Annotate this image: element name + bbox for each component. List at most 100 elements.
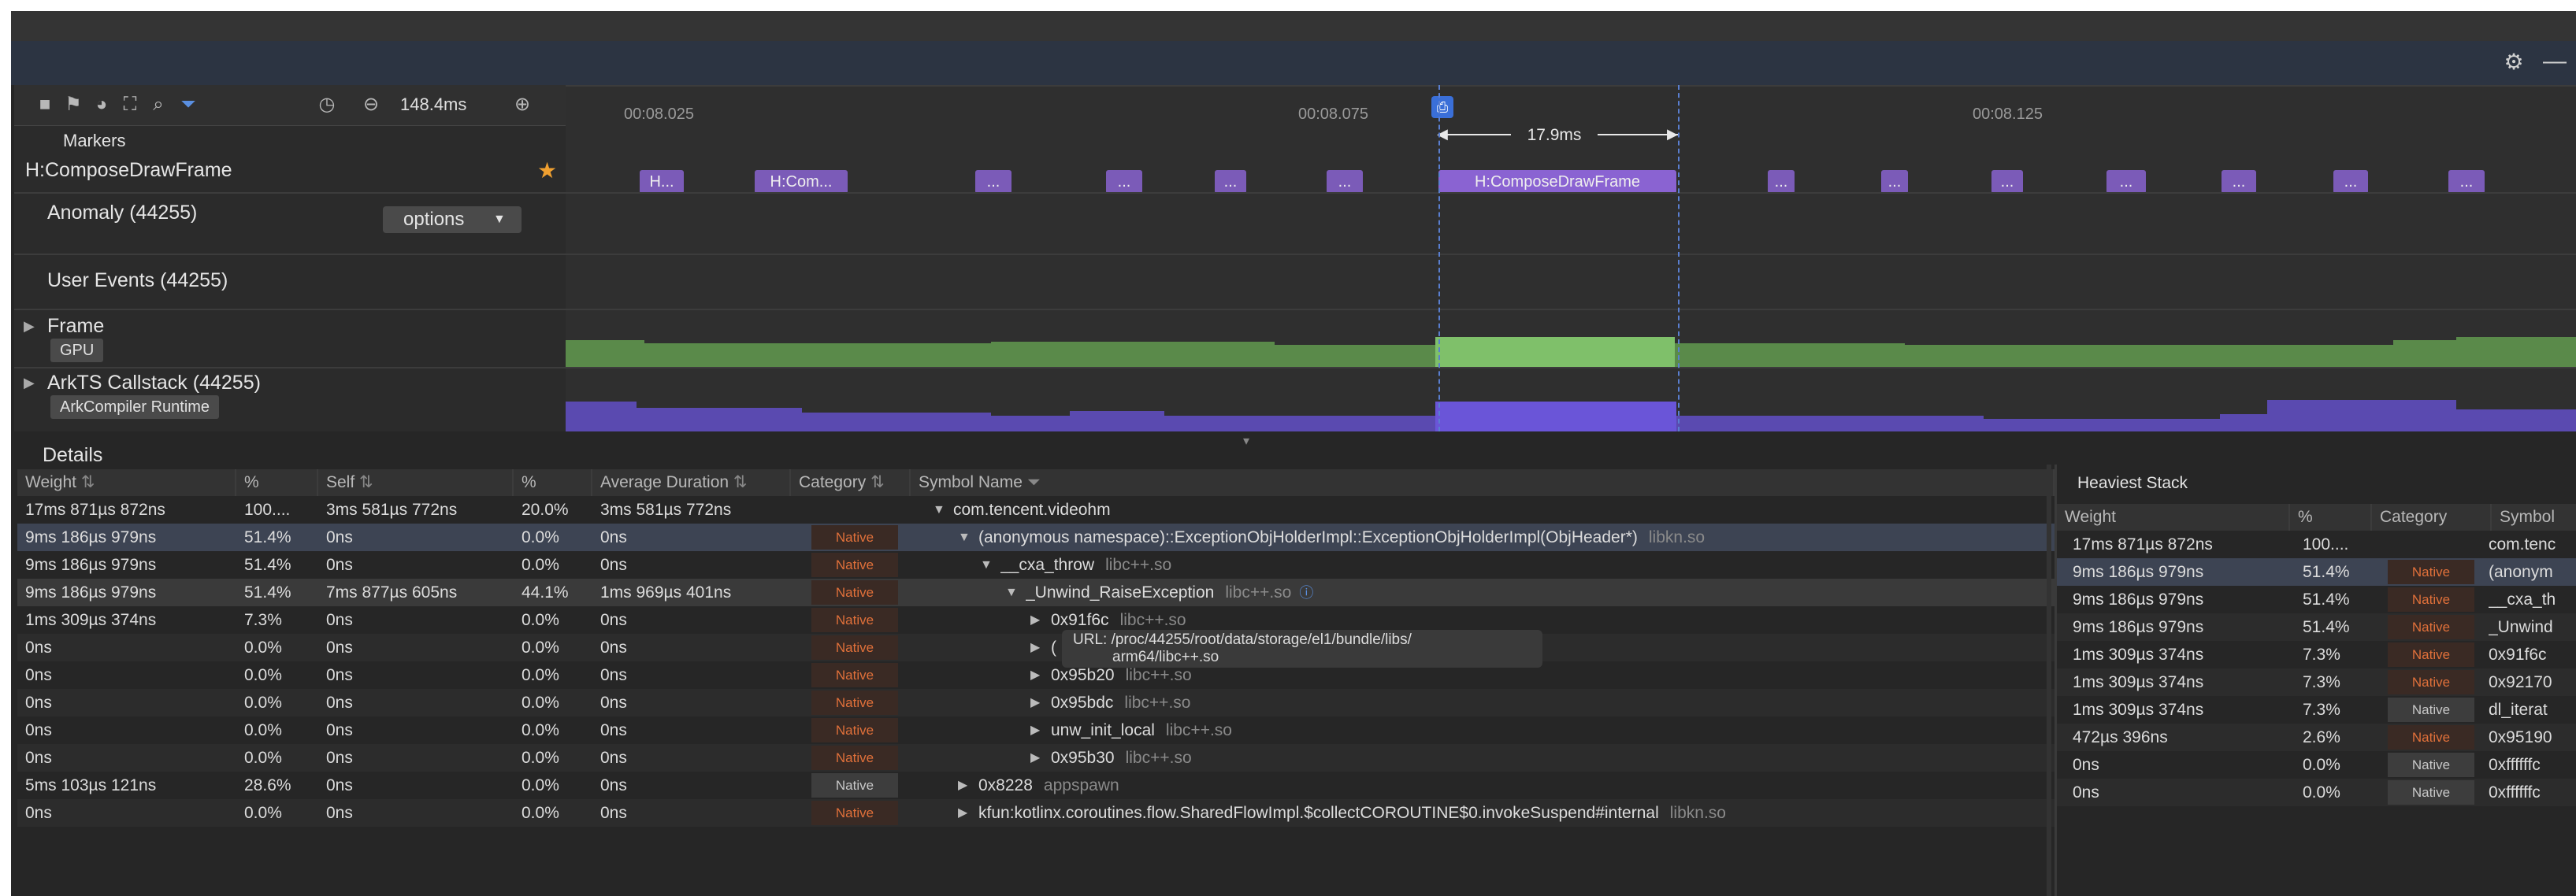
trace-slice[interactable]: ...: [1106, 170, 1142, 194]
collapse-icon[interactable]: ▼: [933, 496, 945, 524]
expand-frame-icon[interactable]: ▶: [24, 318, 35, 335]
heaviest-stack-row[interactable]: 0ns 0.0% 0xffffffc Native: [2057, 779, 2576, 806]
gpu-area: [566, 340, 1435, 367]
heaviest-stack-row[interactable]: 0ns 0.0% 0xffffffc Native: [2057, 751, 2576, 779]
expand-icon[interactable]: ▶: [1030, 744, 1040, 772]
time-tick: 00:08.025: [624, 106, 694, 123]
trace-slice[interactable]: ...: [2333, 170, 2368, 194]
expand-arkts-icon[interactable]: ▶: [24, 375, 35, 391]
col-category[interactable]: Category ⇅: [791, 469, 911, 496]
table-row[interactable]: 9ms 186µs 979ns 51.4% 0ns 0.0% 0ns Native ▼ (an…: [17, 524, 2054, 551]
percent-cell: 51.4%: [244, 556, 291, 574]
symbol-cell: 0x92170: [2489, 673, 2552, 691]
col-self-percent[interactable]: %: [514, 469, 592, 496]
zoom-out-icon[interactable]: ⊖: [359, 93, 383, 117]
trace-slice[interactable]: ...: [1768, 170, 1795, 194]
selection-range[interactable]: [1438, 85, 1680, 431]
self-percent-cell: 0.0%: [522, 528, 559, 546]
symbol-cell: com.tenc: [2489, 535, 2556, 554]
expand-icon[interactable]: ▶: [1030, 661, 1040, 689]
hs-col-symbol[interactable]: Symbol: [2492, 504, 2576, 531]
hs-col-percent[interactable]: %: [2290, 504, 2372, 531]
info-icon[interactable]: ⓘ: [1299, 585, 1313, 601]
category-badge: Native: [2388, 560, 2474, 584]
weight-cell: 0ns: [25, 804, 52, 822]
star-icon[interactable]: ★: [537, 157, 557, 183]
filter-icon[interactable]: ⏷: [176, 93, 200, 117]
expand-icon[interactable]: ▶: [1030, 606, 1040, 634]
weight-cell: 9ms 186µs 979ns: [2073, 591, 2204, 609]
category-badge: Native: [811, 746, 898, 770]
table-row[interactable]: 0ns 0.0% 0ns 0.0% 0ns Native ▶ 0x95b30 libc++.so: [17, 744, 2054, 772]
table-row[interactable]: 5ms 103µs 121ns 28.6% 0ns 0.0% 0ns Native ▶ 0x8…: [17, 772, 2054, 799]
flag-icon[interactable]: ⚑: [61, 93, 85, 117]
table-row[interactable]: 0ns 0.0% 0ns 0.0% 0ns Native ▶ (: [17, 634, 2054, 661]
table-row[interactable]: 0ns 0.0% 0ns 0.0% 0ns Native ▶ 0x95bdc libc++.so: [17, 689, 2054, 716]
trace-slice[interactable]: ...: [2222, 170, 2256, 194]
category-badge: Native: [2388, 780, 2474, 805]
table-row[interactable]: 9ms 186µs 979ns 51.4% 0ns 0.0% 0ns Native ▼ __c…: [17, 551, 2054, 579]
weight-cell: 0ns: [25, 721, 52, 739]
average-duration-cell: 0ns: [600, 776, 627, 794]
panel-splitter[interactable]: [2047, 465, 2051, 896]
expand-icon[interactable]: ▶: [958, 799, 967, 827]
table-row[interactable]: 0ns 0.0% 0ns 0.0% 0ns Native ▶ unw_init_local li…: [17, 716, 2054, 744]
globe-icon[interactable]: ◕: [90, 93, 113, 117]
col-symbol-name[interactable]: Symbol Name ⏷: [911, 469, 2054, 496]
collapse-icon[interactable]: ▼: [980, 551, 993, 579]
trace-slice[interactable]: ...: [975, 170, 1011, 194]
zoom-in-icon[interactable]: ⊕: [510, 93, 534, 117]
trace-slice[interactable]: ...: [1991, 170, 2023, 194]
minimize-icon[interactable]: —: [2543, 50, 2567, 74]
col-self[interactable]: Self ⇅: [318, 469, 514, 496]
collapse-icon[interactable]: ▼: [1005, 579, 1018, 606]
heaviest-stack-row[interactable]: 472µs 396ns 2.6% 0x95190 Native: [2057, 724, 2576, 751]
expand-icon[interactable]: ▶: [1030, 689, 1040, 716]
heaviest-stack-row[interactable]: 1ms 309µs 374ns 7.3% dl_iterat Native: [2057, 696, 2576, 724]
table-row[interactable]: 0ns 0.0% 0ns 0.0% 0ns Native ▶ 0x95b20 libc++.so: [17, 661, 2054, 689]
table-row[interactable]: 17ms 871µs 872ns 100.... 3ms 581µs 772ns 20…: [17, 496, 2054, 524]
col-average-duration[interactable]: Average Duration ⇅: [592, 469, 791, 496]
col-weight[interactable]: Weight ⇅: [17, 469, 236, 496]
library-name: libc++.so: [1125, 749, 1192, 767]
table-row[interactable]: 9ms 186µs 979ns 51.4% 7ms 877µs 605ns 44.1%…: [17, 579, 2054, 606]
hs-col-category[interactable]: Category: [2372, 504, 2492, 531]
symbol-cell: com.tencent.videohm: [953, 496, 1111, 524]
heaviest-stack-row[interactable]: 9ms 186µs 979ns 51.4% __cxa_th Native: [2057, 586, 2576, 613]
search-icon[interactable]: ⌕: [147, 93, 170, 117]
trace-slice[interactable]: ...: [1881, 170, 1908, 194]
self-cell: 0ns: [326, 721, 353, 739]
category-badge: Native: [2388, 642, 2474, 667]
collapse-icon[interactable]: ▼: [958, 524, 971, 551]
table-row[interactable]: 1ms 309µs 374ns 7.3% 0ns 0.0% 0ns Native ▶ 0x91…: [17, 606, 2054, 634]
title-bar: [11, 11, 2576, 41]
expand-icon[interactable]: ▶: [1030, 716, 1040, 744]
expand-icon[interactable]: ▶: [1030, 634, 1040, 661]
symbol-cell: 0x91f6c: [2489, 646, 2547, 664]
gear-icon[interactable]: ⚙: [2502, 50, 2526, 74]
trace-slice[interactable]: ...: [1327, 170, 1363, 194]
expand-icon[interactable]: ▶: [958, 772, 967, 799]
reset-zoom-icon[interactable]: ◷: [315, 93, 339, 117]
heaviest-stack-row[interactable]: 1ms 309µs 374ns 7.3% 0x92170 Native: [2057, 668, 2576, 696]
heaviest-stack-row[interactable]: 1ms 309µs 374ns 7.3% 0x91f6c Native: [2057, 641, 2576, 668]
collapse-handle-icon[interactable]: ▾: [1243, 433, 1249, 449]
symbol-cell: 0xffffffc: [2489, 756, 2541, 774]
self-percent-cell: 20.0%: [522, 501, 569, 519]
heaviest-stack-row[interactable]: 9ms 186µs 979ns 51.4% (anonym Native: [2057, 558, 2576, 586]
heaviest-stack-row[interactable]: 17ms 871µs 872ns 100.... com.tenc: [2057, 531, 2576, 558]
trace-slice[interactable]: ...: [2448, 170, 2485, 194]
trace-slice[interactable]: H:Com...: [755, 170, 848, 194]
table-row[interactable]: 0ns 0.0% 0ns 0.0% 0ns Native ▶ kfun:kotlinx.cor…: [17, 799, 2054, 827]
trace-slice[interactable]: H...: [640, 170, 684, 194]
capture-icon[interactable]: ⛶: [118, 93, 142, 117]
heaviest-stack-row[interactable]: 9ms 186µs 979ns 51.4% _Unwind Native: [2057, 613, 2576, 641]
hs-col-weight[interactable]: Weight: [2057, 504, 2290, 531]
trace-slice[interactable]: ...: [1215, 170, 1246, 194]
trace-slice[interactable]: ...: [2106, 170, 2146, 194]
options-dropdown[interactable]: options ▼: [383, 206, 522, 233]
self-cell: 0ns: [326, 611, 353, 629]
col-percent[interactable]: %: [236, 469, 318, 496]
percent-cell: 51.4%: [2303, 563, 2350, 581]
stop-icon[interactable]: ■: [33, 93, 57, 117]
